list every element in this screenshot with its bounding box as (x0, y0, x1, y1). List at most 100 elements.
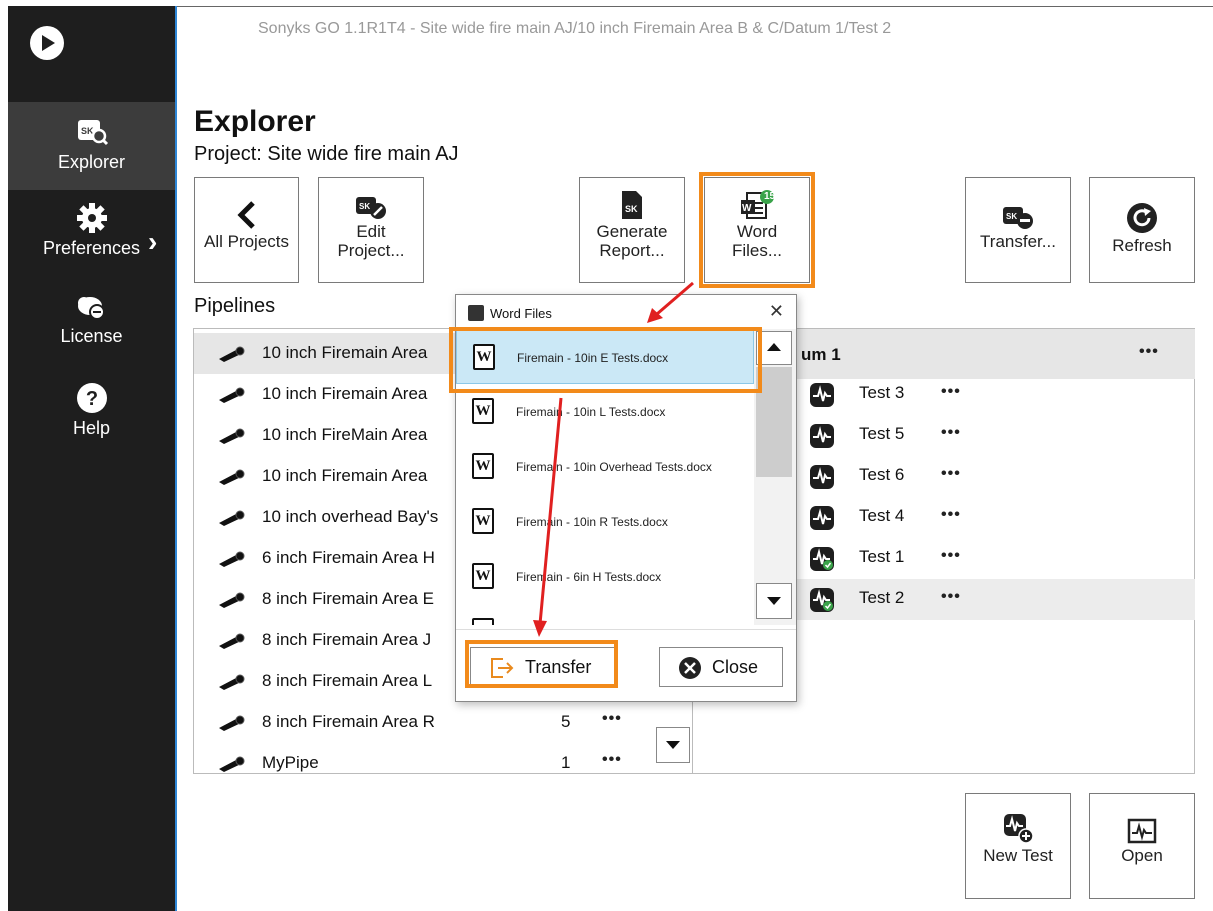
file-row[interactable]: W Firemain - 10in Overhead Tests.docx (456, 439, 754, 494)
pipeline-row[interactable]: MyPipe 1 ••• (194, 743, 692, 775)
sidebar-item-label: Help (72, 418, 111, 438)
datum-header-label: um 1 (801, 345, 841, 364)
test-more-button[interactable]: ••• (941, 465, 961, 483)
test-more-button[interactable]: ••• (941, 588, 961, 606)
all-projects-label: All Projects (203, 232, 290, 251)
file-row[interactable]: W Firemain - 10in R Tests.docx (456, 494, 754, 549)
window-top-border (8, 6, 1213, 7)
pipeline-name: 6 inch Firemain Area H (262, 548, 435, 567)
explorer-icon: SK (77, 120, 108, 146)
transfer-toolbar-label: Transfer... (980, 232, 1056, 251)
file-name: Firemain - 6in H Tests.docx (516, 570, 662, 584)
pipeline-name: 10 inch overhead Bay's (262, 507, 439, 526)
pipe-icon (219, 756, 245, 772)
app-logo-icon[interactable] (30, 26, 64, 60)
pipe-icon (219, 387, 245, 403)
sidebar-item-help[interactable]: ? Help (8, 382, 175, 452)
gear-icon (76, 203, 107, 233)
waveform-icon (810, 506, 834, 530)
svg-text:SK: SK (1006, 212, 1017, 221)
all-projects-button[interactable]: All Projects (194, 177, 299, 283)
open-icon (1127, 818, 1157, 844)
pipeline-name: 8 inch Firemain Area R (262, 712, 435, 731)
close-button[interactable]: Close (659, 647, 783, 687)
test-name: Test 3 (859, 383, 905, 402)
open-label: Open (1121, 846, 1163, 865)
file-name: Firemain - 10in Overhead Tests.docx (516, 460, 712, 474)
pipelines-scroll-down[interactable] (656, 727, 690, 763)
waveform-icon (810, 424, 834, 448)
pipe-icon (219, 551, 245, 567)
close-circle-icon (679, 657, 701, 679)
pipeline-name: 8 inch Firemain Area L (262, 671, 433, 690)
svg-text:?: ? (85, 388, 97, 410)
close-icon[interactable]: ✕ (769, 301, 784, 322)
edit-project-label-1: Edit (356, 222, 386, 241)
test-more-button[interactable]: ••• (941, 547, 961, 565)
open-button[interactable]: Open (1089, 793, 1195, 899)
test-name: Test 6 (859, 465, 905, 484)
waveform-icon (810, 465, 834, 489)
dialog-title: Word Files (490, 306, 552, 321)
triangle-down-icon (666, 741, 680, 749)
pipeline-name: 10 inch FireMain Area (262, 425, 428, 444)
report-icon: SK (622, 191, 642, 219)
pipe-icon (219, 469, 245, 485)
sidebar-item-label: Explorer (57, 152, 126, 172)
test-more-button[interactable]: ••• (941, 424, 961, 442)
datum-more-button[interactable]: ••• (1139, 343, 1159, 361)
generate-report-button[interactable]: SK Generate Report... (579, 177, 685, 283)
word-doc-icon: W (472, 618, 494, 625)
pipe-icon (219, 715, 245, 731)
new-test-button[interactable]: New Test (965, 793, 1071, 899)
file-row[interactable]: W (456, 604, 754, 625)
sidebar-item-explorer[interactable]: SK Explorer (8, 102, 175, 190)
pipeline-name: 8 inch Firemain Area E (262, 589, 434, 608)
test-name: Test 4 (859, 506, 905, 525)
dialog-scroll-down[interactable] (756, 583, 792, 619)
pipeline-more-button[interactable]: ••• (602, 751, 622, 769)
sidebar-divider (175, 6, 177, 911)
sidebar-item-license[interactable]: License (8, 292, 175, 362)
waveform-check-icon (810, 547, 834, 571)
pipeline-name: 10 inch Firemain Area (262, 384, 428, 403)
test-name: Test 2 (859, 588, 905, 607)
chevron-left-icon (236, 201, 255, 229)
pipelines-title: Pipelines (194, 295, 276, 317)
word-doc-icon: W (472, 453, 494, 479)
pipeline-row[interactable]: 8 inch Firemain Area R 5 ••• (194, 702, 692, 743)
refresh-icon (1127, 203, 1157, 233)
edit-project-button[interactable]: SK Edit Project... (318, 177, 424, 283)
test-more-button[interactable]: ••• (941, 383, 961, 401)
sidebar-item-label: License (60, 326, 123, 346)
word-doc-icon: W (472, 398, 494, 424)
test-name: Test 1 (859, 547, 905, 566)
test-more-button[interactable]: ••• (941, 506, 961, 524)
word-files-highlight (699, 172, 815, 288)
file-name: Firemain - 10in R Tests.docx (516, 515, 668, 529)
app-window: SK Explorer Preferences › License ? Help… (0, 0, 1213, 911)
generate-report-label-1: Generate (596, 222, 668, 241)
page-title: Explorer (194, 105, 316, 138)
file-highlight (449, 327, 762, 393)
pipeline-name: MyPipe (262, 753, 319, 772)
transfer-icon: SK (1003, 207, 1033, 229)
generate-report-label-2: Report... (599, 241, 665, 260)
chevron-right-icon[interactable]: › (148, 226, 157, 258)
project-name: Project: Site wide fire main AJ (194, 143, 459, 165)
pipe-icon (219, 592, 245, 608)
pipeline-name: 10 inch Firemain Area (262, 466, 428, 485)
test-name: Test 5 (859, 424, 905, 443)
file-row[interactable]: W Firemain - 6in H Tests.docx (456, 549, 754, 604)
waveform-check-icon (810, 588, 834, 612)
edit-project-label-2: Project... (337, 241, 405, 260)
window-title: Sonyks GO 1.1R1T4 - Site wide fire main … (258, 20, 892, 37)
sidebar: SK Explorer Preferences › License ? Help (8, 6, 175, 911)
transfer-toolbar-button[interactable]: SK Transfer... (965, 177, 1071, 283)
triangle-down-icon (767, 597, 781, 605)
pipeline-name: 10 inch Firemain Area (262, 343, 428, 362)
word-doc-icon: W (472, 563, 494, 589)
pipeline-more-button[interactable]: ••• (602, 710, 622, 728)
pipeline-count: 1 (561, 753, 571, 772)
refresh-button[interactable]: Refresh (1089, 177, 1195, 283)
